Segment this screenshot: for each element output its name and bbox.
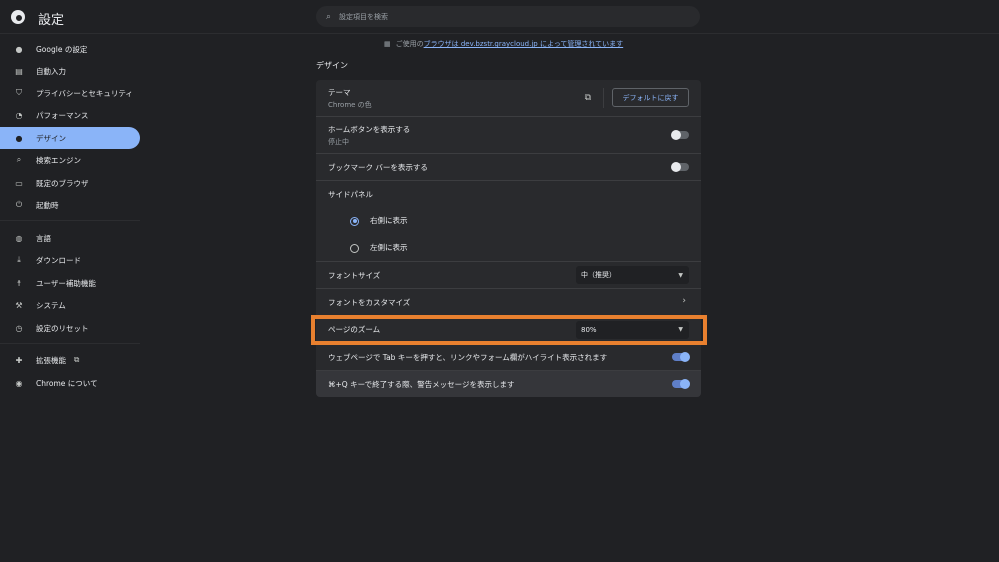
puzzle-icon: ✚ bbox=[15, 355, 23, 365]
sidebar-item-label: Google の設定 bbox=[36, 44, 88, 54]
sidebar-item-downloads[interactable]: ⤓ ダウンロード bbox=[0, 249, 140, 271]
sidebar-item-autofill[interactable]: ▤ 自動入力 bbox=[0, 60, 140, 82]
sidebar-item-about[interactable]: ◉ Chrome について bbox=[0, 372, 140, 394]
search-icon: ⌕ bbox=[326, 11, 332, 22]
divider bbox=[0, 343, 140, 344]
home-label: ホームボタンを表示する bbox=[328, 124, 411, 134]
accessibility-icon: ☨ bbox=[16, 278, 22, 288]
external-link-icon[interactable]: ⧉ bbox=[585, 93, 591, 103]
sidebar-item-label: 既定のブラウザ bbox=[36, 178, 89, 188]
sidebar-item-label: パフォーマンス bbox=[36, 110, 89, 120]
sidebar-item-label: 設定のリセット bbox=[36, 323, 89, 333]
radio-right-label: 右側に表示 bbox=[370, 216, 408, 225]
sidebar-item-startup[interactable]: ⏻ 起動時 bbox=[0, 194, 140, 216]
font-size-value: 中（推奨） bbox=[581, 271, 616, 279]
side-panel-label: サイドパネル bbox=[328, 189, 373, 199]
sidebar-item-performance[interactable]: ◔ パフォーマンス bbox=[0, 104, 140, 126]
home-sub: 停止中 bbox=[328, 137, 349, 146]
building-icon: ▦ bbox=[384, 40, 391, 48]
sidebar-item-label: システム bbox=[36, 300, 66, 310]
side-panel-left-option[interactable]: 左側に表示 bbox=[316, 234, 701, 261]
palette-icon: ● bbox=[15, 133, 23, 143]
sidebar-item-accessibility[interactable]: ☨ ユーザー補助機能 bbox=[0, 272, 140, 294]
sidebar-item-privacy[interactable]: ⛉ プライバシーとセキュリティ bbox=[0, 82, 140, 104]
sidebar-item-label: ダウンロード bbox=[36, 255, 81, 265]
home-button-toggle[interactable] bbox=[671, 130, 689, 140]
shield-icon: ⛉ bbox=[16, 88, 22, 97]
sidebar-item-languages[interactable]: ◍ 言語 bbox=[0, 227, 140, 249]
divider bbox=[0, 220, 140, 221]
quit-warning-toggle[interactable] bbox=[672, 379, 690, 389]
sidebar-item-label: 拡張機能 bbox=[36, 355, 66, 365]
managed-link[interactable]: ブラウザは dev.bzstr.graycloud.jp によって管理されていま… bbox=[424, 40, 624, 48]
customize-fonts-label: フォントをカスタマイズ bbox=[328, 297, 411, 307]
search-input[interactable]: ⌕ 設定項目を検索 bbox=[316, 6, 700, 27]
side-panel-right-option[interactable]: 右側に表示 bbox=[316, 207, 701, 234]
browser-icon: ▭ bbox=[15, 178, 23, 188]
sidebar-item-default-browser[interactable]: ▭ 既定のブラウザ bbox=[0, 172, 140, 194]
bookmark-bar-row[interactable]: ブックマーク バーを表示する bbox=[316, 153, 701, 180]
sidebar-item-label: 言語 bbox=[36, 233, 51, 243]
header: 設定 ⌕ 設定項目を検索 bbox=[0, 0, 999, 34]
sidebar-item-system[interactable]: ⚒ システム bbox=[0, 294, 140, 316]
search-placeholder: 設定項目を検索 bbox=[339, 12, 389, 21]
external-link-icon: ⧉ bbox=[74, 355, 80, 364]
sidebar-item-label: プライバシーとセキュリティ bbox=[36, 88, 133, 98]
tab-highlight-row[interactable]: ウェブページで Tab キーを押すと、リンクやフォーム欄がハイライト表示されます bbox=[316, 343, 701, 370]
managed-prefix: ご使用の bbox=[395, 40, 424, 48]
bookmark-bar-toggle[interactable] bbox=[671, 162, 689, 172]
page-title: 設定 bbox=[38, 13, 65, 28]
sidebar-item-google[interactable]: ● Google の設定 bbox=[0, 38, 140, 60]
side-panel-row: サイドパネル bbox=[316, 180, 701, 207]
sidebar-item-search-engine[interactable]: ⌕ 検索エンジン bbox=[0, 149, 140, 171]
clipboard-icon: ▤ bbox=[15, 66, 23, 76]
sidebar-item-label: デザイン bbox=[36, 133, 66, 143]
globe-icon: ◍ bbox=[15, 233, 23, 243]
quit-warning-row[interactable]: ⌘+Q キーで終了する際、警告メッセージを表示します bbox=[316, 370, 701, 397]
download-icon: ⤓ bbox=[17, 255, 21, 264]
managed-notice: ▦ ご使用のブラウザは dev.bzstr.graycloud.jp によって管理… bbox=[384, 39, 623, 49]
sidebar-item-label: 起動時 bbox=[36, 200, 59, 210]
chrome-logo-icon bbox=[11, 10, 25, 24]
customize-fonts-row[interactable]: フォントをカスタマイズ › bbox=[316, 288, 701, 315]
wrench-icon: ⚒ bbox=[15, 300, 23, 310]
person-icon: ● bbox=[15, 44, 23, 54]
tab-highlight-toggle[interactable] bbox=[672, 352, 690, 362]
radio-left[interactable] bbox=[350, 243, 359, 253]
home-button-row[interactable]: ホームボタンを表示する 停止中 bbox=[316, 116, 701, 153]
caret-down-icon: ▼ bbox=[678, 271, 683, 279]
sidebar-item-design[interactable]: ● デザイン bbox=[0, 127, 140, 149]
font-size-select[interactable]: 中（推奨） ▼ bbox=[576, 266, 689, 284]
chevron-right-icon: › bbox=[682, 296, 686, 306]
chrome-icon: ◉ bbox=[15, 378, 23, 388]
radio-left-label: 左側に表示 bbox=[370, 243, 408, 252]
sidebar-item-label: 検索エンジン bbox=[36, 155, 81, 165]
speedometer-icon: ◔ bbox=[15, 110, 23, 120]
sidebar-item-label: ユーザー補助機能 bbox=[36, 278, 96, 288]
sidebar-item-extensions[interactable]: ✚ 拡張機能 ⧉ bbox=[0, 349, 140, 371]
tab-highlight-label: ウェブページで Tab キーを押すと、リンクやフォーム欄がハイライト表示されます bbox=[328, 352, 608, 362]
divider bbox=[603, 88, 604, 108]
reset-icon: ◷ bbox=[15, 323, 23, 333]
sidebar-item-reset[interactable]: ◷ 設定のリセット bbox=[0, 317, 140, 339]
power-icon: ⏻ bbox=[15, 200, 23, 209]
highlight-box bbox=[311, 315, 707, 345]
radio-right[interactable] bbox=[350, 216, 359, 226]
bookmark-label: ブックマーク バーを表示する bbox=[328, 162, 428, 172]
sidebar-item-label: Chrome について bbox=[36, 378, 98, 388]
section-title: デザイン bbox=[316, 61, 348, 70]
reset-theme-button[interactable]: デフォルトに戻す bbox=[612, 88, 689, 107]
font-size-row: フォントサイズ 中（推奨） ▼ bbox=[316, 261, 701, 288]
design-settings-card: テーマ Chrome の色 ⧉ デフォルトに戻す ホームボタンを表示する 停止中… bbox=[316, 80, 701, 397]
theme-row[interactable]: テーマ Chrome の色 ⧉ デフォルトに戻す bbox=[316, 80, 701, 116]
quit-warning-label: ⌘+Q キーで終了する際、警告メッセージを表示します bbox=[328, 379, 515, 389]
sidebar-item-label: 自動入力 bbox=[36, 66, 66, 76]
search-icon: ⌕ bbox=[16, 155, 22, 164]
